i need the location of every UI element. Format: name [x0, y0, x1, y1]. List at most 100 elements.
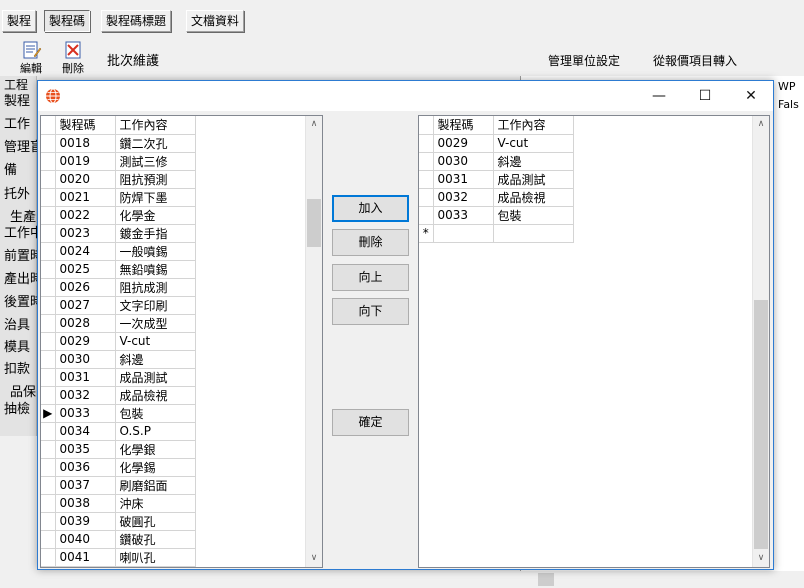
row-header[interactable]: [41, 170, 56, 189]
row-header[interactable]: [41, 458, 56, 477]
current-row-pointer-icon[interactable]: ▶: [41, 404, 56, 423]
close-button[interactable]: ✕: [728, 81, 774, 111]
work-content-cell[interactable]: 鑽二次孔: [115, 134, 196, 153]
table-row[interactable]: 0032 成品檢視: [41, 386, 196, 405]
process-code-cell[interactable]: 0030: [55, 350, 116, 369]
row-header[interactable]: [41, 296, 56, 315]
process-code-cell[interactable]: 0031: [433, 170, 494, 189]
col-header-desc[interactable]: 工作內容: [493, 116, 574, 135]
scroll-down-icon[interactable]: ∨: [753, 550, 769, 567]
remove-button[interactable]: 刪除: [332, 229, 409, 256]
work-content-cell[interactable]: 破圓孔: [115, 512, 196, 531]
process-code-cell[interactable]: 0028: [55, 314, 116, 333]
work-content-cell[interactable]: 成品檢視: [115, 386, 196, 405]
selected-process-grid[interactable]: 製程碼 工作內容 0029 V-cut 0030 斜邊 0031 成品測試 0032 成品檢視…: [418, 115, 770, 568]
row-header[interactable]: [41, 134, 56, 153]
work-content-cell[interactable]: 成品檢視: [493, 188, 574, 207]
table-row[interactable]: 0021 防焊下墨: [41, 188, 196, 207]
work-content-cell[interactable]: 成品測試: [115, 368, 196, 387]
row-header[interactable]: [41, 242, 56, 261]
minimize-button[interactable]: —: [636, 81, 682, 111]
row-header[interactable]: [41, 386, 56, 405]
delete-button[interactable]: 刪除: [56, 40, 90, 76]
tab-process-code-title[interactable]: 製程碼標題: [101, 10, 172, 32]
process-code-cell[interactable]: 0023: [55, 224, 116, 243]
table-row[interactable]: 0023 鍍金手指: [41, 224, 196, 243]
row-header[interactable]: [419, 152, 434, 171]
row-header[interactable]: [419, 206, 434, 225]
import-price-link[interactable]: 從報價項目轉入: [653, 52, 737, 69]
table-row[interactable]: 0018 鑽二次孔: [41, 134, 196, 153]
process-code-cell[interactable]: 0033: [433, 206, 494, 225]
available-process-grid[interactable]: 製程碼 工作內容 0018 鑽二次孔 0019 測試三修 0020 阻抗預測 0021 防焊下…: [40, 115, 323, 568]
table-row[interactable]: 0041 喇叭孔: [41, 548, 196, 567]
process-code-cell[interactable]: 0029: [55, 332, 116, 351]
table-row[interactable]: 0029 V-cut: [41, 332, 196, 351]
table-row[interactable]: 0032 成品檢視: [419, 188, 574, 207]
row-header[interactable]: [41, 314, 56, 333]
confirm-button[interactable]: 確定: [332, 409, 409, 436]
work-content-cell[interactable]: 防焊下墨: [115, 188, 196, 207]
process-code-cell[interactable]: 0037: [55, 476, 116, 495]
process-code-cell[interactable]: 0022: [55, 206, 116, 225]
process-code-cell[interactable]: 0030: [433, 152, 494, 171]
process-code-cell[interactable]: 0040: [55, 530, 116, 549]
col-header-code[interactable]: 製程碼: [433, 116, 494, 135]
row-header[interactable]: [41, 224, 56, 243]
table-row[interactable]: 0031 成品測試: [419, 170, 574, 189]
table-row[interactable]: 0033 包裝: [419, 206, 574, 225]
table-row[interactable]: 0019 測試三修: [41, 152, 196, 171]
work-content-cell[interactable]: 一次成型: [115, 314, 196, 333]
process-code-cell[interactable]: 0019: [55, 152, 116, 171]
table-row[interactable]: 0026 阻抗成測: [41, 278, 196, 297]
row-header[interactable]: [41, 422, 56, 441]
table-row[interactable]: 0028 一次成型: [41, 314, 196, 333]
table-row[interactable]: 0034 O.S.P: [41, 422, 196, 441]
row-header[interactable]: [41, 548, 56, 567]
work-content-cell[interactable]: 阻抗預測: [115, 170, 196, 189]
row-header[interactable]: [41, 512, 56, 531]
work-content-cell[interactable]: 阻抗成測: [115, 278, 196, 297]
maximize-button[interactable]: ☐: [682, 81, 728, 111]
tab-process[interactable]: 製程: [2, 10, 37, 32]
work-content-cell[interactable]: 鑽破孔: [115, 530, 196, 549]
work-content-cell[interactable]: O.S.P: [115, 422, 196, 441]
process-code-cell[interactable]: 0032: [433, 188, 494, 207]
scroll-up-icon[interactable]: ∧: [306, 116, 322, 133]
move-down-button[interactable]: 向下: [332, 298, 409, 325]
work-content-cell[interactable]: 鍍金手指: [115, 224, 196, 243]
table-row[interactable]: 0020 阻抗預測: [41, 170, 196, 189]
row-header[interactable]: [41, 494, 56, 513]
scroll-down-icon[interactable]: ∨: [306, 550, 322, 567]
table-row[interactable]: 0038 沖床: [41, 494, 196, 513]
row-header[interactable]: [41, 260, 56, 279]
work-content-cell[interactable]: 測試三修: [115, 152, 196, 171]
tab-process-code[interactable]: 製程碼: [44, 10, 91, 32]
new-code-cell[interactable]: [433, 224, 494, 243]
scroll-up-icon[interactable]: ∧: [753, 116, 769, 133]
process-code-cell[interactable]: 0039: [55, 512, 116, 531]
tab-documents[interactable]: 文檔資料: [186, 10, 245, 32]
work-content-cell[interactable]: 斜邊: [115, 350, 196, 369]
work-content-cell[interactable]: V-cut: [493, 134, 574, 153]
table-row[interactable]: 0030 斜邊: [41, 350, 196, 369]
process-code-cell[interactable]: 0036: [55, 458, 116, 477]
scroll-thumb[interactable]: [754, 300, 768, 549]
row-header[interactable]: [41, 206, 56, 225]
move-up-button[interactable]: 向上: [332, 264, 409, 291]
table-row[interactable]: 0029 V-cut: [419, 134, 574, 153]
table-row[interactable]: 0024 一般噴錫: [41, 242, 196, 261]
new-row[interactable]: *: [419, 224, 574, 243]
process-code-cell[interactable]: 0025: [55, 260, 116, 279]
process-code-cell[interactable]: 0026: [55, 278, 116, 297]
work-content-cell[interactable]: 文字印刷: [115, 296, 196, 315]
process-code-cell[interactable]: 0020: [55, 170, 116, 189]
edit-button[interactable]: 編輯: [14, 40, 48, 76]
row-header[interactable]: [41, 152, 56, 171]
table-row[interactable]: 0022 化學金: [41, 206, 196, 225]
row-header[interactable]: [41, 332, 56, 351]
col-header-desc[interactable]: 工作內容: [115, 116, 196, 135]
work-content-cell[interactable]: 包裝: [115, 404, 196, 423]
table-row[interactable]: 0025 無鉛噴錫: [41, 260, 196, 279]
process-code-cell[interactable]: 0035: [55, 440, 116, 459]
